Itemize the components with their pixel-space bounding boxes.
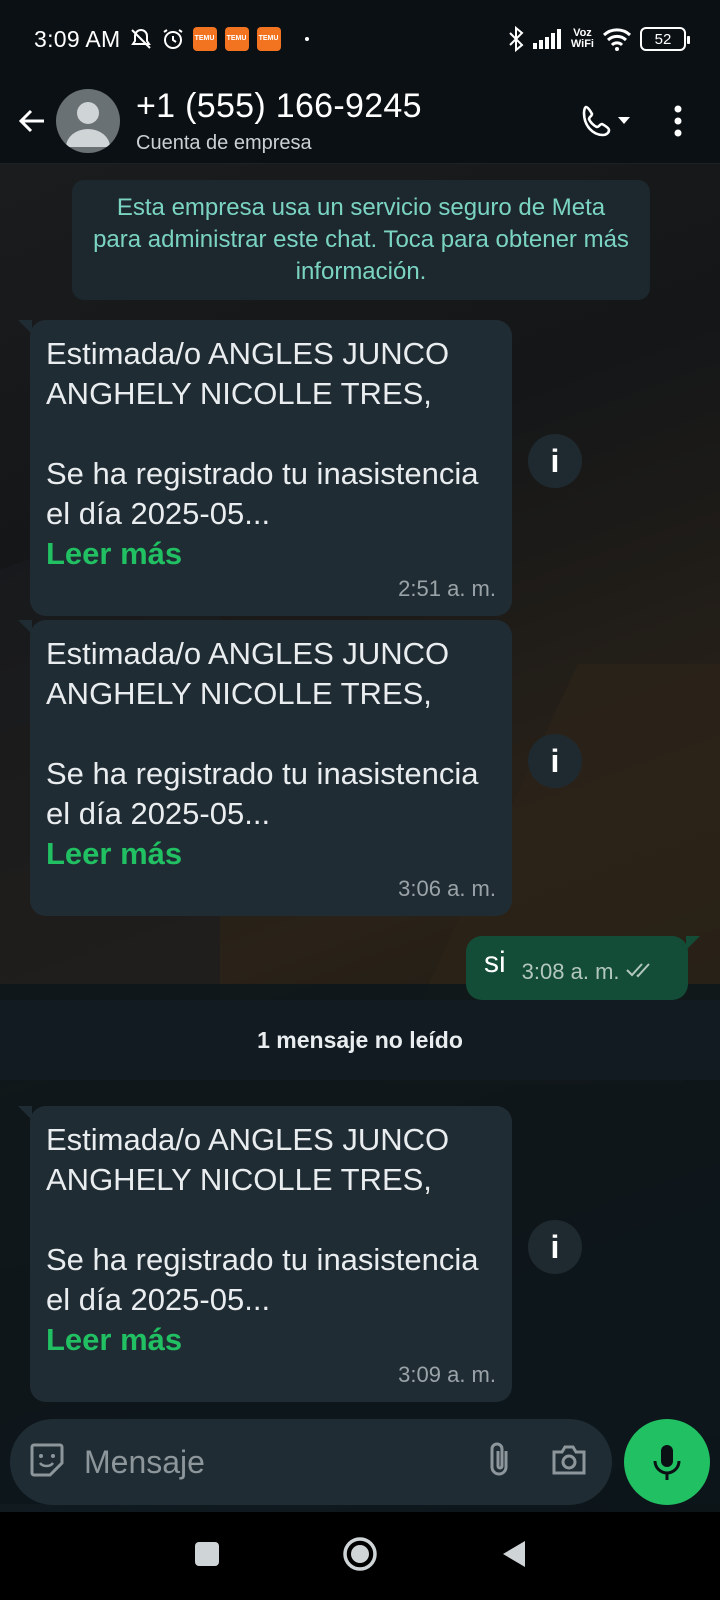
- status-bar: 3:09 AM TEMU TEMU TEMU Voz WiFi 52: [0, 0, 720, 78]
- more-notifications-dot: [304, 37, 309, 41]
- triangle-back-icon: [503, 1540, 525, 1567]
- battery-indicator: 52: [640, 27, 690, 51]
- sticker-emoji-icon[interactable]: [28, 1441, 66, 1484]
- outgoing-message[interactable]: si 3:08 a. m.: [466, 936, 700, 1000]
- call-button[interactable]: [566, 89, 646, 153]
- temu-notification-icon: TEMU: [256, 27, 281, 51]
- status-time: 3:09 AM: [34, 25, 121, 52]
- arrow-left-icon: [18, 109, 44, 132]
- message-info-button[interactable]: i: [528, 1220, 582, 1274]
- message-time: 3:08 a. m.: [521, 959, 620, 984]
- info-icon: i: [550, 1228, 560, 1265]
- mic-icon: [653, 1445, 681, 1480]
- contact-info[interactable]: +1 (555) 166-9245 Cuenta de empresa: [136, 87, 566, 155]
- contact-name: +1 (555) 166-9245: [136, 86, 422, 125]
- wifi-icon: [602, 27, 632, 51]
- default-user-icon: [66, 101, 110, 147]
- back-nav-button[interactable]: [499, 1539, 527, 1574]
- vowifi-indicator: Voz WiFi: [571, 28, 594, 50]
- attach-icon[interactable]: [486, 1441, 512, 1484]
- incoming-message[interactable]: Estimada/o ANGLES JUNCO ANGHELY NICOLLE …: [18, 320, 512, 616]
- alarm-icon: [161, 27, 185, 51]
- message-time: 3:06 a. m.: [398, 876, 496, 901]
- message-text: Estimada/o ANGLES JUNCO ANGHELY NICOLLE …: [46, 636, 479, 831]
- square-icon: [195, 1541, 219, 1566]
- back-button[interactable]: [4, 93, 60, 149]
- message-text: Estimada/o ANGLES JUNCO ANGHELY NICOLLE …: [46, 1122, 479, 1317]
- chat-header: +1 (555) 166-9245 Cuenta de empresa: [0, 78, 720, 164]
- bell-off-icon: [129, 27, 153, 51]
- bluetooth-icon: [507, 26, 525, 52]
- contact-subtitle: Cuenta de empresa: [136, 131, 312, 154]
- more-options-button[interactable]: [646, 89, 710, 153]
- incoming-message[interactable]: Estimada/o ANGLES JUNCO ANGHELY NICOLLE …: [18, 1106, 512, 1402]
- message-time: 2:51 a. m.: [398, 576, 496, 601]
- message-placeholder: Mensaje: [84, 1443, 205, 1480]
- camera-icon[interactable]: [550, 1443, 588, 1482]
- system-navigation-bar: [0, 1512, 720, 1600]
- home-button[interactable]: [341, 1535, 379, 1578]
- recents-button[interactable]: [193, 1540, 221, 1573]
- voice-message-button[interactable]: [624, 1419, 710, 1505]
- info-icon: i: [550, 742, 560, 779]
- phone-dropdown-icon: [582, 105, 630, 136]
- incoming-message[interactable]: Estimada/o ANGLES JUNCO ANGHELY NICOLLE …: [18, 620, 512, 916]
- read-more-link[interactable]: Leer más: [46, 1320, 496, 1360]
- temu-notification-icon: TEMU: [224, 27, 249, 51]
- temu-notification-icon: TEMU: [192, 27, 217, 51]
- vowifi-bottom-label: WiFi: [570, 38, 594, 50]
- double-check-read-icon: [625, 961, 654, 984]
- business-security-notice[interactable]: Esta empresa usa un servicio seguro de M…: [72, 180, 650, 300]
- message-info-button[interactable]: i: [528, 434, 582, 488]
- avatar[interactable]: [56, 88, 120, 153]
- message-info-button[interactable]: i: [528, 734, 582, 788]
- message-composer: Mensaje: [0, 1412, 720, 1512]
- signal-icon: [532, 29, 563, 49]
- more-vert-icon: [674, 105, 682, 136]
- unread-messages-banner: 1 mensaje no leído: [0, 1000, 720, 1080]
- message-text: si: [484, 946, 506, 979]
- read-more-link[interactable]: Leer más: [46, 534, 496, 574]
- message-time: 3:09 a. m.: [398, 1362, 496, 1387]
- read-more-link[interactable]: Leer más: [46, 834, 496, 874]
- circle-icon: [343, 1536, 377, 1571]
- chat-area[interactable]: Esta empresa usa un servicio seguro de M…: [0, 164, 720, 1512]
- message-input[interactable]: Mensaje: [10, 1419, 613, 1505]
- info-icon: i: [550, 442, 560, 479]
- message-text: Estimada/o ANGLES JUNCO ANGHELY NICOLLE …: [46, 336, 479, 531]
